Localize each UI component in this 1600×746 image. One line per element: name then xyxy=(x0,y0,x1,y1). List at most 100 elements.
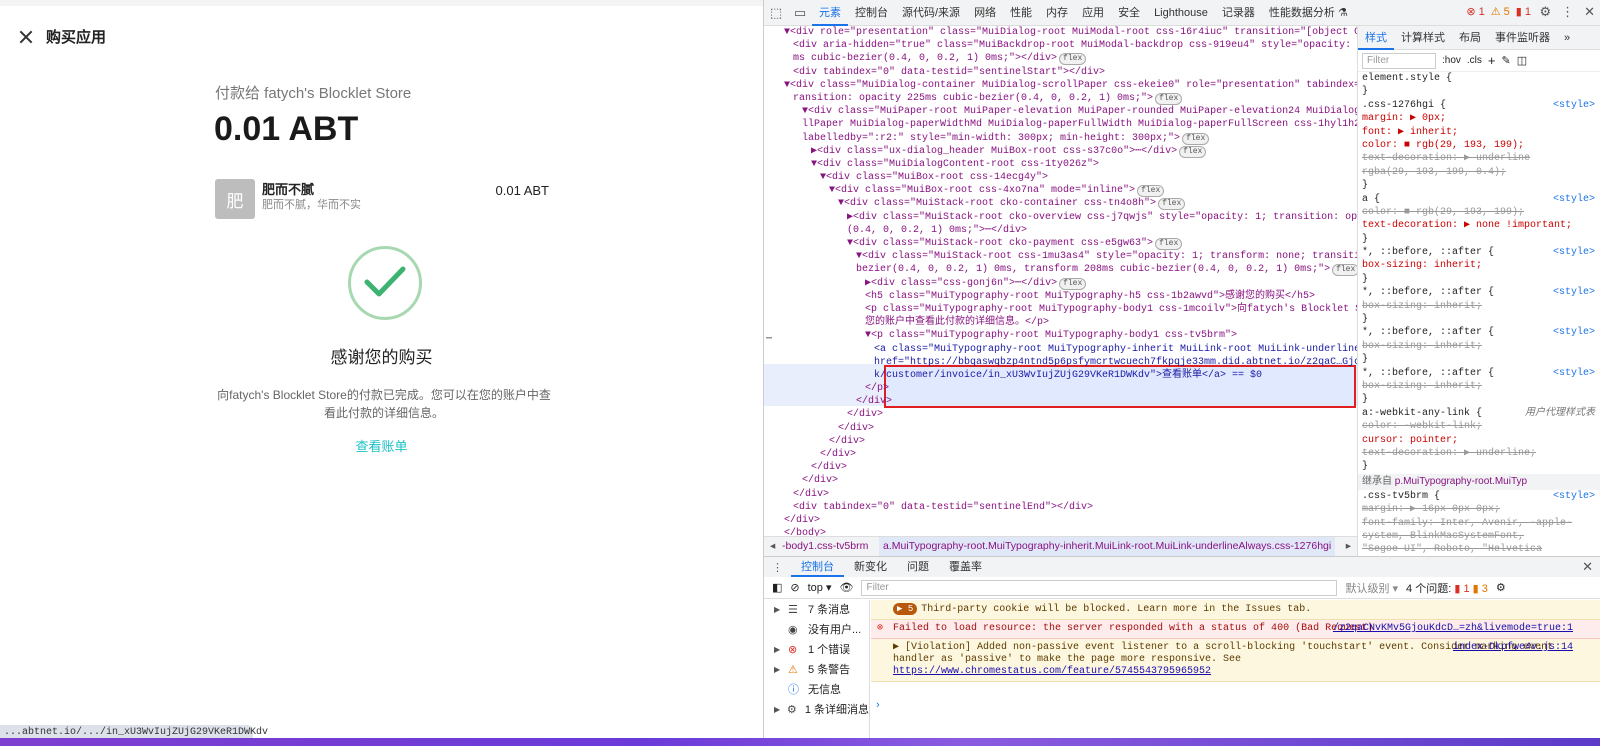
devtools-tab[interactable]: 应用 xyxy=(1075,0,1111,26)
dom-node-line[interactable]: ▼<p class="MuiTypography-root MuiTypogra… xyxy=(764,329,1357,342)
styles-tab[interactable]: » xyxy=(1557,26,1577,50)
drawer-tab[interactable]: 控制台 xyxy=(791,557,844,577)
console-sidebar-item[interactable]: ▶ ⚙ 1 条详细消息 xyxy=(764,700,869,720)
styles-rules-inherited[interactable]: .css-tv5brm {<style> margin: ▶ 16px 0px … xyxy=(1358,490,1600,556)
style-rule-line[interactable]: margin: ▶ 0px; xyxy=(1358,112,1600,125)
dom-node-line[interactable]: <h5 class="MuiTypography-root MuiTypogra… xyxy=(764,290,1357,303)
drawer-tab[interactable]: 问题 xyxy=(897,557,939,577)
flex-badge[interactable]: flex xyxy=(1059,277,1087,290)
style-rule-line[interactable]: *, ::before, ::after {<style> xyxy=(1358,326,1600,339)
console-source-link[interactable]: index-Dkpfwe4v.js:14 xyxy=(1453,642,1573,654)
add-rule-icon[interactable]: + xyxy=(1488,53,1496,68)
style-rule-line[interactable]: box-sizing: inherit; xyxy=(1358,340,1600,353)
style-rule-line[interactable]: } xyxy=(1358,353,1600,366)
flex-badge[interactable]: flex xyxy=(1155,238,1183,250)
log-level-select[interactable]: 默认级别 ▾ xyxy=(1345,580,1398,596)
style-rule-line[interactable]: .css-1276hgi {<style> xyxy=(1358,99,1600,112)
dom-node-line[interactable]: ▼<div role="presentation" class="MuiDial… xyxy=(764,26,1357,39)
dom-node-line[interactable]: </div> xyxy=(764,474,1357,487)
dom-node-line[interactable]: k/customer/invoice/in_xU3WvIujZUjG29VKeR… xyxy=(764,369,1357,382)
dom-node-line[interactable]: 您的账户中查看此付款的详细信息。</p> xyxy=(764,316,1357,329)
repeat-count-badge[interactable]: ▶ 5 xyxy=(893,603,918,615)
console-sidebar-item[interactable]: ⓘ 无信息 xyxy=(764,680,869,700)
dom-node-line[interactable]: <p class="MuiTypography-root MuiTypograp… xyxy=(764,303,1357,316)
style-source-link[interactable]: <style> xyxy=(1553,326,1595,339)
dom-node-line[interactable]: </div> xyxy=(764,422,1357,435)
sidebar-toggle-icon[interactable]: ◧ xyxy=(772,581,782,594)
style-rule-line[interactable]: element.style { xyxy=(1358,72,1600,85)
close-icon[interactable] xyxy=(16,27,36,47)
flex-badge[interactable]: flex xyxy=(1182,132,1210,145)
drawer-tab[interactable]: 新变化 xyxy=(844,557,897,577)
console-warning-message[interactable]: ▶ 5 Third-party cookie will be blocked. L… xyxy=(871,600,1600,620)
styles-tab[interactable]: 样式 xyxy=(1358,26,1394,50)
more-actions-ellipsis[interactable]: ⋯ xyxy=(766,333,772,346)
devtools-badges[interactable]: ⊗ 1 ⚠ 5 ▮ 1 xyxy=(1466,5,1531,18)
style-source-link[interactable]: <style> xyxy=(1553,246,1595,259)
breadcrumb-item-selected[interactable]: a.MuiTypography-root.MuiTypography-inher… xyxy=(879,537,1336,556)
style-rule-line[interactable]: a {<style> xyxy=(1358,193,1600,206)
close-drawer-icon[interactable]: ✕ xyxy=(1582,559,1593,575)
style-rule-line[interactable]: font: ▶ inherit; xyxy=(1358,126,1600,139)
console-sidebar-item[interactable]: ◉ 没有用户... xyxy=(764,620,869,640)
warning-count-badge[interactable]: ⚠ 5 xyxy=(1491,5,1510,18)
style-source-link[interactable]: <style> xyxy=(1553,367,1595,380)
dom-node-line[interactable]: ▼<div class="MuiStack-root cko-container… xyxy=(764,197,1357,211)
drawer-tab[interactable]: 覆盖率 xyxy=(939,557,992,577)
dom-node-line[interactable]: </div> xyxy=(764,448,1357,461)
devtools-tab[interactable]: 控制台 xyxy=(848,0,895,26)
devtools-tab[interactable]: Lighthouse xyxy=(1147,0,1215,26)
breadcrumb-item[interactable]: -body1.css-tv5brm xyxy=(782,537,868,556)
styles-filter-input[interactable]: Filter xyxy=(1362,52,1436,69)
style-rule-line[interactable]: cursor: pointer; xyxy=(1358,434,1600,447)
style-rule-line[interactable]: } xyxy=(1358,233,1600,246)
dom-node-line[interactable]: <div aria-hidden="true" class="MuiBackdr… xyxy=(764,39,1357,52)
dom-node-line[interactable]: </div> xyxy=(764,514,1357,527)
flex-badge[interactable]: flex xyxy=(1155,92,1183,105)
eye-icon[interactable]: 👁 xyxy=(840,581,854,594)
dom-node-line[interactable]: ▼<div class="MuiBox-root css-14ecg4y"> xyxy=(764,171,1357,184)
dom-node-line[interactable]: ▼<div class="MuiDialogContent-root css-1… xyxy=(764,158,1357,171)
device-toggle-icon[interactable]: ▭ xyxy=(788,1,812,25)
dom-node-line[interactable]: <a class="MuiTypography-root MuiTypograp… xyxy=(764,343,1357,356)
dom-node-line[interactable]: ms cubic-bezier(0.4, 0, 0.2, 1) 0ms;"></… xyxy=(764,52,1357,66)
style-source-link[interactable]: <style> xyxy=(1553,99,1595,112)
dom-node-line[interactable]: </div> xyxy=(764,408,1357,421)
more-options-icon[interactable]: ⋮ xyxy=(1561,4,1574,20)
console-prompt[interactable]: › xyxy=(876,699,880,711)
style-rule-line[interactable]: rgba(29, 193, 199, 0.4); xyxy=(1358,166,1600,179)
inherited-class[interactable]: p.MuiTypography-root.MuiTyp xyxy=(1395,476,1527,487)
styles-tab[interactable]: 布局 xyxy=(1452,26,1488,50)
devtools-tab[interactable]: 记录器 xyxy=(1215,0,1262,26)
console-warning-message[interactable]: ▶ [Violation] Added non-passive event li… xyxy=(871,639,1600,682)
view-bill-link[interactable]: 查看账单 xyxy=(0,436,763,455)
devtools-tab[interactable]: 安全 xyxy=(1111,0,1147,26)
console-sidebar-item[interactable]: ▶ ☰ 7 条消息 xyxy=(764,600,869,620)
styles-tab[interactable]: 事件监听器 xyxy=(1488,26,1557,50)
dom-node-line[interactable]: ▼<div class="MuiStack-root css-1mu3as4" … xyxy=(764,250,1357,263)
style-rule-line[interactable]: "Segoe UI", Roboto, "Helvetica xyxy=(1358,543,1600,556)
style-rule-line[interactable]: color: ■ rgb(29, 193, 199); xyxy=(1358,206,1600,219)
console-source-link[interactable]: /z2qaCNvKMv5GjouKdcD…=zh&livemode=true:1 xyxy=(1333,623,1573,635)
dom-node-line[interactable]: ransition: opacity 225ms cubic-bezier(0.… xyxy=(764,92,1357,105)
devtools-tab[interactable]: 性能数据分析 ⚗ xyxy=(1262,0,1355,26)
flex-badge[interactable]: flex xyxy=(1158,198,1186,211)
style-rule-line[interactable]: system, BlinkMacSystemFont, xyxy=(1358,530,1600,543)
console-message-link[interactable]: https://www.chromestatus.com/feature/574… xyxy=(893,666,1211,677)
devtools-tab[interactable]: 性能 xyxy=(1003,0,1039,26)
style-rule-line[interactable]: box-sizing: inherit; xyxy=(1358,380,1600,393)
dom-node-line[interactable]: </div> xyxy=(764,435,1357,448)
dom-node-line[interactable]: </div> xyxy=(764,395,1357,408)
paint-icon[interactable]: ✎ xyxy=(1502,54,1511,67)
dom-node-line[interactable]: href="https://bbqaswqbzp4ntnd5p6psfymcrt… xyxy=(764,356,1357,369)
dom-node-line[interactable]: ▶<div class="css-gonj6n">⋯</div> flex xyxy=(764,277,1357,290)
breadcrumb-right-arrow[interactable]: ▸ xyxy=(1346,537,1351,556)
devtools-tab[interactable]: 元素 xyxy=(812,0,848,26)
styles-rules[interactable]: element.style {} .css-1276hgi {<style> ma… xyxy=(1358,72,1600,474)
style-source-link[interactable]: <style> xyxy=(1553,286,1595,299)
dom-node-line[interactable]: llPaper MuiDialog-paperWidthMd MuiDialog… xyxy=(764,118,1357,131)
flex-badge[interactable]: flex xyxy=(1137,185,1165,198)
hov-toggle[interactable]: :hov xyxy=(1442,55,1461,66)
style-rule-line[interactable]: text-decoration: ▶ none !important; xyxy=(1358,219,1600,232)
style-rule-line[interactable]: } xyxy=(1358,393,1600,406)
